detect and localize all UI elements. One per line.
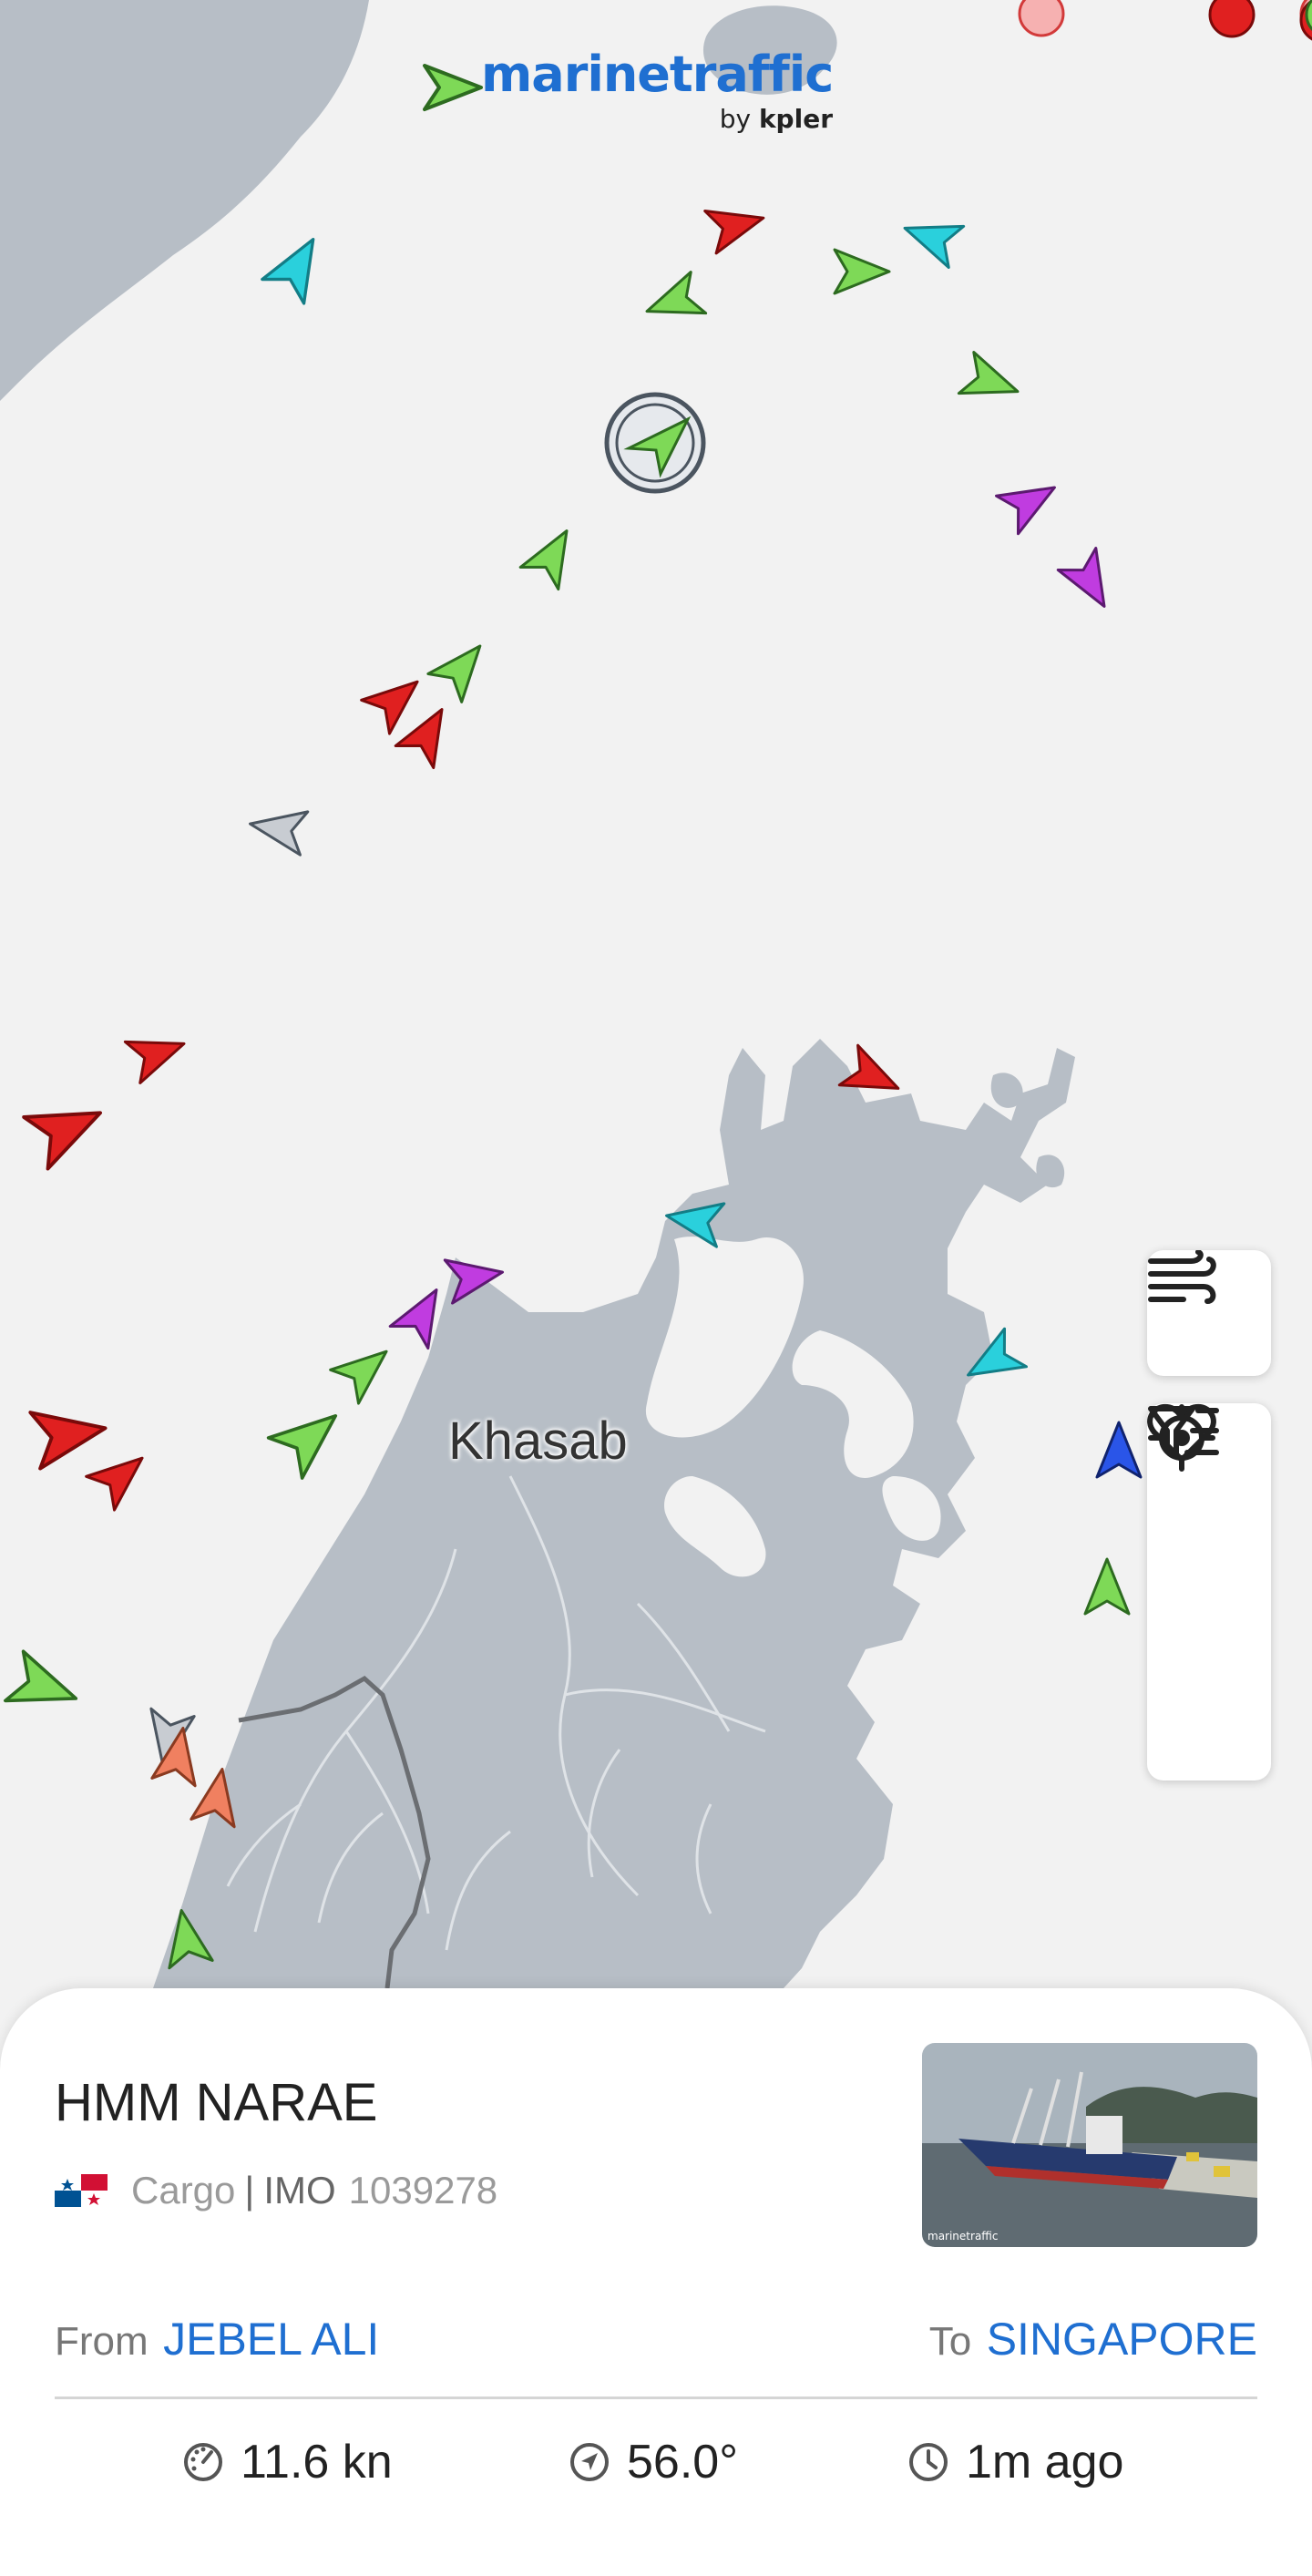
vessel-name: HMM NARAE	[55, 2073, 378, 2132]
vessel-marker-arrow[interactable]	[22, 1087, 112, 1171]
locate-button[interactable]	[1147, 1404, 1271, 1781]
meta-separator: |	[244, 2169, 255, 2212]
vessel-marker-arrow[interactable]	[4, 1649, 85, 1723]
vessel-marker-arrow[interactable]	[703, 197, 769, 255]
divider	[55, 2396, 1257, 2399]
vessel-marker-arrow[interactable]	[329, 1335, 401, 1405]
vessel-stats: 11.6 kn 56.0° 1m ago	[0, 2435, 1312, 2508]
map-canvas[interactable]: marinetraffic by kpler Khasab	[0, 0, 1312, 2096]
selected-vessel-marker[interactable]	[604, 392, 706, 494]
voyage-route: From JEBEL ALI To SINGAPORE	[55, 2307, 1257, 2371]
clock-icon	[909, 2443, 948, 2481]
map-place-label: Khasab	[448, 1411, 628, 1471]
vessel-marker-arrow[interactable]	[266, 1396, 353, 1480]
vessel-info-sheet[interactable]: HMM NARAE Cargo | IMO 1039278 marinetraf…	[0, 1988, 1312, 2576]
imo-number: 1039278	[348, 2169, 498, 2212]
vessel-type: Cargo	[131, 2169, 236, 2212]
vessel-marker-arrow[interactable]	[897, 208, 966, 269]
course-stat: 56.0°	[569, 2435, 738, 2489]
from-label: From	[55, 2319, 149, 2364]
logo-subtitle: by kpler	[720, 104, 833, 134]
panama-flag-icon	[55, 2174, 108, 2207]
vessel-marker-arrow[interactable]	[261, 227, 334, 305]
filters-button[interactable]	[1147, 1406, 1271, 1655]
vessel-marker-arrow[interactable]	[1083, 1557, 1131, 1616]
origin: From JEBEL ALI	[55, 2313, 379, 2366]
vessel-marker-arrow[interactable]	[640, 271, 708, 333]
last-update-stat: 1m ago	[907, 2435, 1123, 2489]
vessel-marker-arrow[interactable]	[1056, 546, 1123, 617]
vessel-marker-arrow[interactable]	[28, 1401, 110, 1471]
weather-button[interactable]	[1147, 1250, 1271, 1376]
course-value: 56.0°	[627, 2436, 739, 2489]
logo-arrow-icon	[423, 64, 483, 111]
course-icon	[570, 2443, 609, 2481]
vessel-marker-arrow[interactable]	[518, 520, 586, 591]
logo-sub-brand: kpler	[758, 104, 833, 134]
vessel-marker-arrow[interactable]	[246, 802, 310, 857]
vessel-marker-arrow[interactable]	[957, 351, 1025, 413]
land-upper-left	[0, 0, 369, 401]
logo-text: marinetraffic	[481, 46, 834, 103]
vessel-marker-arrow[interactable]	[394, 699, 461, 770]
vessel-marker-dot[interactable]	[1018, 0, 1065, 37]
vessel-marker-arrow[interactable]	[1095, 1421, 1143, 1479]
last-update-value: 1m ago	[966, 2436, 1124, 2489]
vessel-marker-dot[interactable]	[1208, 0, 1256, 38]
vessel-meta: Cargo | IMO 1039278	[55, 2169, 497, 2212]
vessel-photo[interactable]: marinetraffic	[922, 2043, 1257, 2247]
vessel-marker-arrow[interactable]	[85, 1442, 157, 1512]
crosshair-icon	[1148, 1404, 1215, 1472]
speed-value: 11.6 kn	[241, 2436, 393, 2489]
destination-port-link[interactable]: SINGAPORE	[987, 2314, 1257, 2365]
map-layer[interactable]	[0, 0, 1312, 2096]
vessel-marker-arrow[interactable]	[123, 1023, 191, 1084]
destination: To SINGAPORE	[929, 2313, 1257, 2366]
imo-label: IMO	[263, 2169, 336, 2212]
vessel-marker-arrow[interactable]	[994, 468, 1065, 536]
marinetraffic-logo: marinetraffic by kpler	[421, 46, 840, 146]
speedometer-icon	[184, 2443, 222, 2481]
speed-stat: 11.6 kn	[182, 2435, 393, 2489]
photo-watermark: marinetraffic	[928, 2230, 999, 2242]
to-label: To	[928, 2319, 972, 2364]
vessel-marker-arrow[interactable]	[360, 665, 432, 735]
vessel-marker-arrow[interactable]	[833, 248, 891, 295]
wind-icon	[1148, 1250, 1216, 1304]
logo-sub-prefix: by	[719, 104, 752, 134]
weather-control[interactable]	[1147, 1250, 1271, 1376]
map-controls-group	[1147, 1403, 1271, 1781]
vessel-marker-arrow[interactable]	[426, 632, 497, 703]
origin-port-link[interactable]: JEBEL ALI	[163, 2314, 379, 2365]
